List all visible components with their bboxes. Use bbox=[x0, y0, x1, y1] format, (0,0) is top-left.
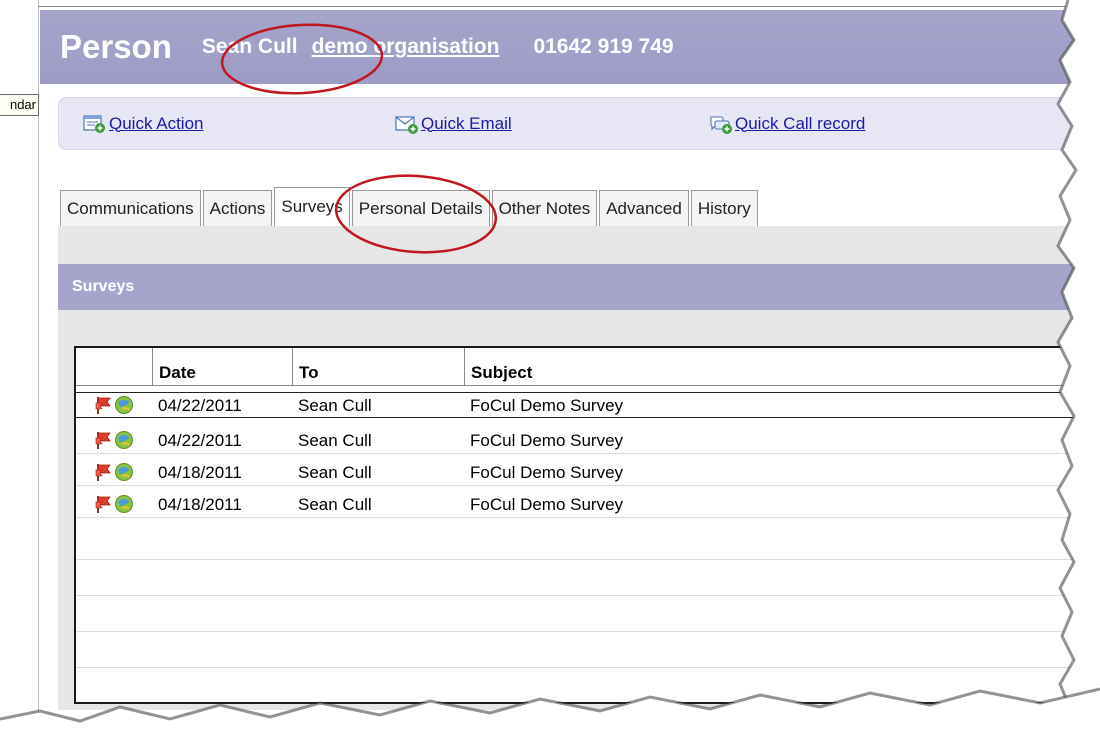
row-subject: FoCul Demo Survey bbox=[470, 396, 624, 415]
quick-email-link[interactable]: Quick Email bbox=[395, 114, 512, 134]
flag-icon bbox=[95, 432, 111, 449]
email-icon bbox=[395, 115, 418, 134]
quick-action-label[interactable]: Quick Action bbox=[109, 114, 204, 134]
tab-surveys[interactable]: Surveys bbox=[274, 187, 350, 226]
flag-icon bbox=[95, 397, 111, 414]
section-header: Surveys bbox=[58, 264, 1100, 310]
empty-row bbox=[76, 596, 1100, 632]
row-subject: FoCul Demo Survey bbox=[470, 463, 624, 482]
surveys-grid: Date To Subject 04/22/2011 Sean Cull FoC… bbox=[74, 346, 1100, 704]
person-name: Sean Cull bbox=[201, 35, 298, 58]
tab-personal-details[interactable]: Personal Details bbox=[351, 190, 490, 226]
call-record-icon bbox=[710, 115, 732, 134]
tab-communications[interactable]: Communications bbox=[60, 190, 201, 226]
column-header-subject[interactable]: Subject bbox=[464, 348, 1100, 386]
phone-number: 01642 919 749 bbox=[533, 35, 674, 58]
quick-action-link[interactable]: Quick Action bbox=[83, 114, 204, 134]
quick-email-label[interactable]: Quick Email bbox=[421, 114, 512, 134]
row-date: 04/18/2011 bbox=[158, 463, 242, 482]
quick-actions-bar: Quick Action Quick Email Quick Call reco… bbox=[58, 97, 1100, 150]
survey-globe-icon bbox=[115, 396, 133, 414]
person-header: Person Sean Cull demo organisation 01642… bbox=[40, 10, 1100, 84]
row-to: Sean Cull bbox=[298, 463, 372, 482]
tab-other-notes[interactable]: Other Notes bbox=[491, 190, 598, 226]
entity-type-title: Person bbox=[60, 28, 172, 65]
quick-call-record-link[interactable]: Quick Call record bbox=[709, 114, 865, 134]
flag-icon bbox=[95, 464, 111, 481]
survey-globe-icon bbox=[115, 431, 133, 449]
tab-history[interactable]: History bbox=[690, 190, 758, 226]
tab-advanced[interactable]: Advanced bbox=[599, 190, 689, 226]
column-header-to[interactable]: To bbox=[292, 348, 464, 386]
column-header-date[interactable]: Date bbox=[152, 348, 292, 386]
table-row[interactable]: 04/22/2011 Sean Cull FoCul Demo Survey bbox=[76, 428, 1100, 454]
tab-content-toolbar bbox=[58, 226, 1100, 264]
grid-header-row: Date To Subject bbox=[76, 348, 1100, 386]
row-date: 04/22/2011 bbox=[158, 396, 242, 415]
row-subject: FoCul Demo Survey bbox=[470, 431, 624, 450]
survey-globe-icon bbox=[115, 463, 133, 481]
row-icons bbox=[94, 462, 134, 482]
app-window: ndar Person Sean Cull demo organisation … bbox=[0, 0, 1100, 731]
empty-row bbox=[76, 560, 1100, 596]
organisation-link[interactable]: demo organisation bbox=[312, 35, 500, 59]
tab-actions[interactable]: Actions bbox=[202, 190, 273, 226]
quick-call-record-label[interactable]: Quick Call record bbox=[735, 114, 865, 134]
flag-icon bbox=[95, 496, 111, 513]
empty-row bbox=[76, 524, 1100, 560]
table-row[interactable]: 04/22/2011 Sean Cull FoCul Demo Survey bbox=[76, 392, 1100, 418]
row-to: Sean Cull bbox=[298, 495, 372, 514]
row-icons bbox=[94, 494, 134, 514]
quick-action-icon bbox=[83, 114, 105, 133]
row-subject: FoCul Demo Survey bbox=[470, 495, 624, 514]
record-tabs: Communications Actions Surveys Personal … bbox=[60, 186, 760, 226]
row-icons bbox=[94, 395, 134, 415]
row-to: Sean Cull bbox=[298, 431, 372, 450]
table-row[interactable]: 04/18/2011 Sean Cull FoCul Demo Survey bbox=[76, 492, 1100, 518]
row-icons bbox=[94, 430, 134, 450]
calendar-side-tab[interactable]: ndar bbox=[0, 94, 39, 116]
survey-globe-icon bbox=[115, 495, 133, 513]
row-to: Sean Cull bbox=[298, 396, 372, 415]
empty-row bbox=[76, 632, 1100, 668]
table-row[interactable]: 04/18/2011 Sean Cull FoCul Demo Survey bbox=[76, 460, 1100, 486]
window-top-border bbox=[38, 6, 1100, 7]
row-date: 04/18/2011 bbox=[158, 495, 242, 514]
row-date: 04/22/2011 bbox=[158, 431, 242, 450]
section-title: Surveys bbox=[72, 278, 135, 295]
